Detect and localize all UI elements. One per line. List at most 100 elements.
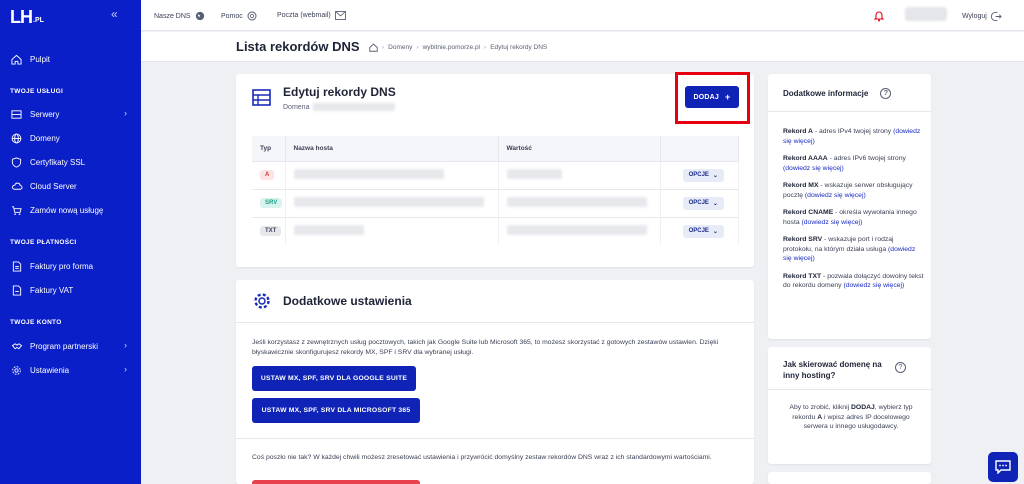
server-icon <box>10 108 23 121</box>
logout-label: Wyloguj <box>962 13 987 20</box>
sidebar-item-label: Zamów nową usługę <box>30 205 104 215</box>
user-name[interactable] <box>905 7 947 21</box>
globe-icon <box>10 132 23 145</box>
cart-icon <box>10 204 23 217</box>
settings-description: Jeśli korzystasz z zewnętrznych usług po… <box>252 339 719 356</box>
logout-link[interactable]: Wyloguj <box>962 11 1002 22</box>
chevron-down-icon: ⌄ <box>712 200 718 207</box>
learn-more-link[interactable]: (dowiedz się więcej) <box>805 192 866 199</box>
help-icon[interactable]: ? <box>895 362 906 373</box>
sidebar-item-label: Domeny <box>30 133 60 143</box>
document-icon <box>10 260 23 273</box>
host-value <box>293 169 444 179</box>
top-bar: Nasze DNS Pomoc Poczta (webmail) Wyloguj <box>141 0 1024 31</box>
record-info-srv: Rekord SRV - wskazuje port i rodzaj prot… <box>783 236 916 262</box>
sidebar-item-label: Serwery <box>30 109 60 119</box>
record-info-a: Rekord A - adres IPv4 twojej strony (dow… <box>783 128 921 145</box>
webmail-link[interactable]: Poczta (webmail) <box>277 11 346 20</box>
section-services: TWOJE USŁUGI <box>10 88 64 95</box>
column-options <box>660 136 739 161</box>
logo[interactable]: LH .PL <box>10 6 44 26</box>
reset-button[interactable] <box>252 480 420 484</box>
sidebar-item-vat[interactable]: Faktury VAT <box>10 281 135 299</box>
collapse-sidebar-icon[interactable]: « <box>111 7 118 21</box>
gear-icon <box>253 292 271 315</box>
microsoft-365-button[interactable]: USTAW MX, SPF, SRV DLA MICROSOFT 365 <box>252 398 420 423</box>
sidebar: LH .PL « Pulpit TWOJE USŁUGI Serwery › D… <box>0 0 141 484</box>
section-payments: TWOJE PŁATNOŚCI <box>10 239 77 246</box>
sidebar-item-proforma[interactable]: Faktury pro forma <box>10 257 135 275</box>
learn-more-link[interactable]: (dowiedz się więcej) <box>843 282 904 289</box>
options-button[interactable]: OPCJE ⌄ <box>682 196 724 210</box>
record-value <box>506 169 562 179</box>
table-row[interactable]: A OPCJE ⌄ <box>252 160 739 189</box>
sidebar-item-serwery[interactable]: Serwery › <box>10 105 135 123</box>
sidebar-item-label: Faktury pro forma <box>30 261 94 271</box>
info-title-row: Dodatkowe informacje ? <box>783 88 892 99</box>
sidebar-item-cloud[interactable]: Cloud Server <box>10 177 135 195</box>
info-card: Dodatkowe informacje ? Rekord A - adres … <box>768 74 931 339</box>
gear-icon <box>10 364 23 377</box>
chevron-right-icon: › <box>124 364 127 374</box>
domain-label: Domena <box>283 103 310 111</box>
breadcrumb-current: Edytuj rekordy DNS <box>490 44 548 51</box>
help-link[interactable]: Pomoc <box>221 11 257 21</box>
page-title: Lista rekordów DNS <box>236 39 360 54</box>
sidebar-item-settings[interactable]: Ustawienia › <box>10 361 135 379</box>
add-button-label: DODAJ <box>693 93 720 101</box>
section-account: TWOJE KONTO <box>10 319 62 326</box>
learn-more-link[interactable]: (dowiedz się więcej) <box>802 219 863 226</box>
sidebar-item-domeny[interactable]: Domeny <box>10 129 135 147</box>
settings-title: Dodatkowe ustawienia <box>283 294 412 308</box>
our-dns-link[interactable]: Nasze DNS <box>154 11 205 21</box>
table-header-row: Typ Nazwa hosta Wartość <box>252 136 739 161</box>
column-host: Nazwa hosta <box>285 136 499 161</box>
record-info-list: Rekord A - adres IPv4 twojej strony (dow… <box>783 127 925 291</box>
record-value <box>506 225 647 236</box>
next-card <box>768 472 931 484</box>
page-header: Lista rekordów DNS › Domeny › wybitnie.p… <box>141 32 1024 62</box>
envelope-icon <box>334 11 346 20</box>
column-type: Typ <box>252 136 286 161</box>
breadcrumb-domain[interactable]: wybitnie.pomorze.pl <box>423 44 480 51</box>
divider <box>768 389 931 390</box>
sidebar-item-ssl[interactable]: Certyfikaty SSL <box>10 153 135 171</box>
table-row[interactable]: TXT OPCJE ⌄ <box>252 216 739 245</box>
webmail-label: Poczta (webmail) <box>277 12 331 19</box>
editor-title: Edytuj rekordy DNS <box>283 85 396 99</box>
add-record-button[interactable]: DODAJ + <box>685 86 739 108</box>
plus-icon: + <box>725 92 731 102</box>
chat-icon <box>995 460 1011 474</box>
type-badge: TXT <box>260 226 282 237</box>
breadcrumb-domains[interactable]: Domeny <box>388 44 412 51</box>
bell-icon[interactable] <box>873 9 885 27</box>
logo-main: LH <box>10 7 33 27</box>
table-row[interactable]: SRV OPCJE ⌄ <box>252 188 739 217</box>
breadcrumb-separator: › <box>484 44 487 51</box>
record-info-cname: Rekord CNAME - określa wywołania innego … <box>783 209 917 226</box>
chevron-down-icon: ⌄ <box>712 228 718 235</box>
options-button[interactable]: OPCJE ⌄ <box>682 168 724 182</box>
dns-table: Typ Nazwa hosta Wartość A OPCJE ⌄ SRV OPC… <box>252 136 739 245</box>
sidebar-item-label: Cloud Server <box>30 181 77 191</box>
record-info-txt: Rekord TXT - pozwala dołączyć dowolny te… <box>783 272 924 290</box>
logo-sub: .PL <box>33 17 44 24</box>
domain-value <box>313 103 396 111</box>
learn-more-link[interactable]: (dowiedz się więcej) <box>783 165 844 172</box>
sidebar-item-order[interactable]: Zamów nową usługę <box>10 201 135 219</box>
google-suite-button[interactable]: USTAW MX, SPF, SRV DLA GOOGLE SUITE <box>252 366 416 391</box>
options-button[interactable]: OPCJE ⌄ <box>682 224 724 238</box>
home-icon[interactable] <box>369 43 378 52</box>
sidebar-item-pulpit[interactable]: Pulpit <box>10 50 135 68</box>
chevron-down-icon: ⌄ <box>712 172 718 179</box>
help-icon[interactable]: ? <box>880 88 892 99</box>
sidebar-item-label: Pulpit <box>30 54 51 64</box>
sidebar-item-partner[interactable]: Program partnerski › <box>10 337 135 355</box>
chat-button[interactable] <box>988 452 1018 482</box>
divider <box>236 322 754 323</box>
dns-records-card: Edytuj rekordy DNS Domena DODAJ + Typ Na… <box>236 72 754 267</box>
type-badge: SRV <box>260 198 283 208</box>
breadcrumb-separator: › <box>416 44 419 51</box>
logout-icon <box>990 11 1002 22</box>
chevron-right-icon: › <box>124 108 127 118</box>
